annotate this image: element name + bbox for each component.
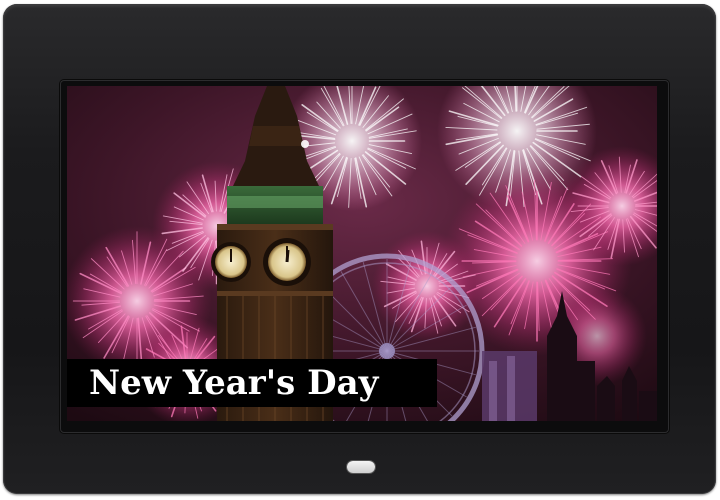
power-button[interactable] — [347, 461, 375, 473]
caption-bar: New Year's Day — [67, 359, 437, 407]
caption-text: New Year's Day — [89, 363, 379, 403]
photo-display: New Year's Day — [67, 86, 657, 421]
